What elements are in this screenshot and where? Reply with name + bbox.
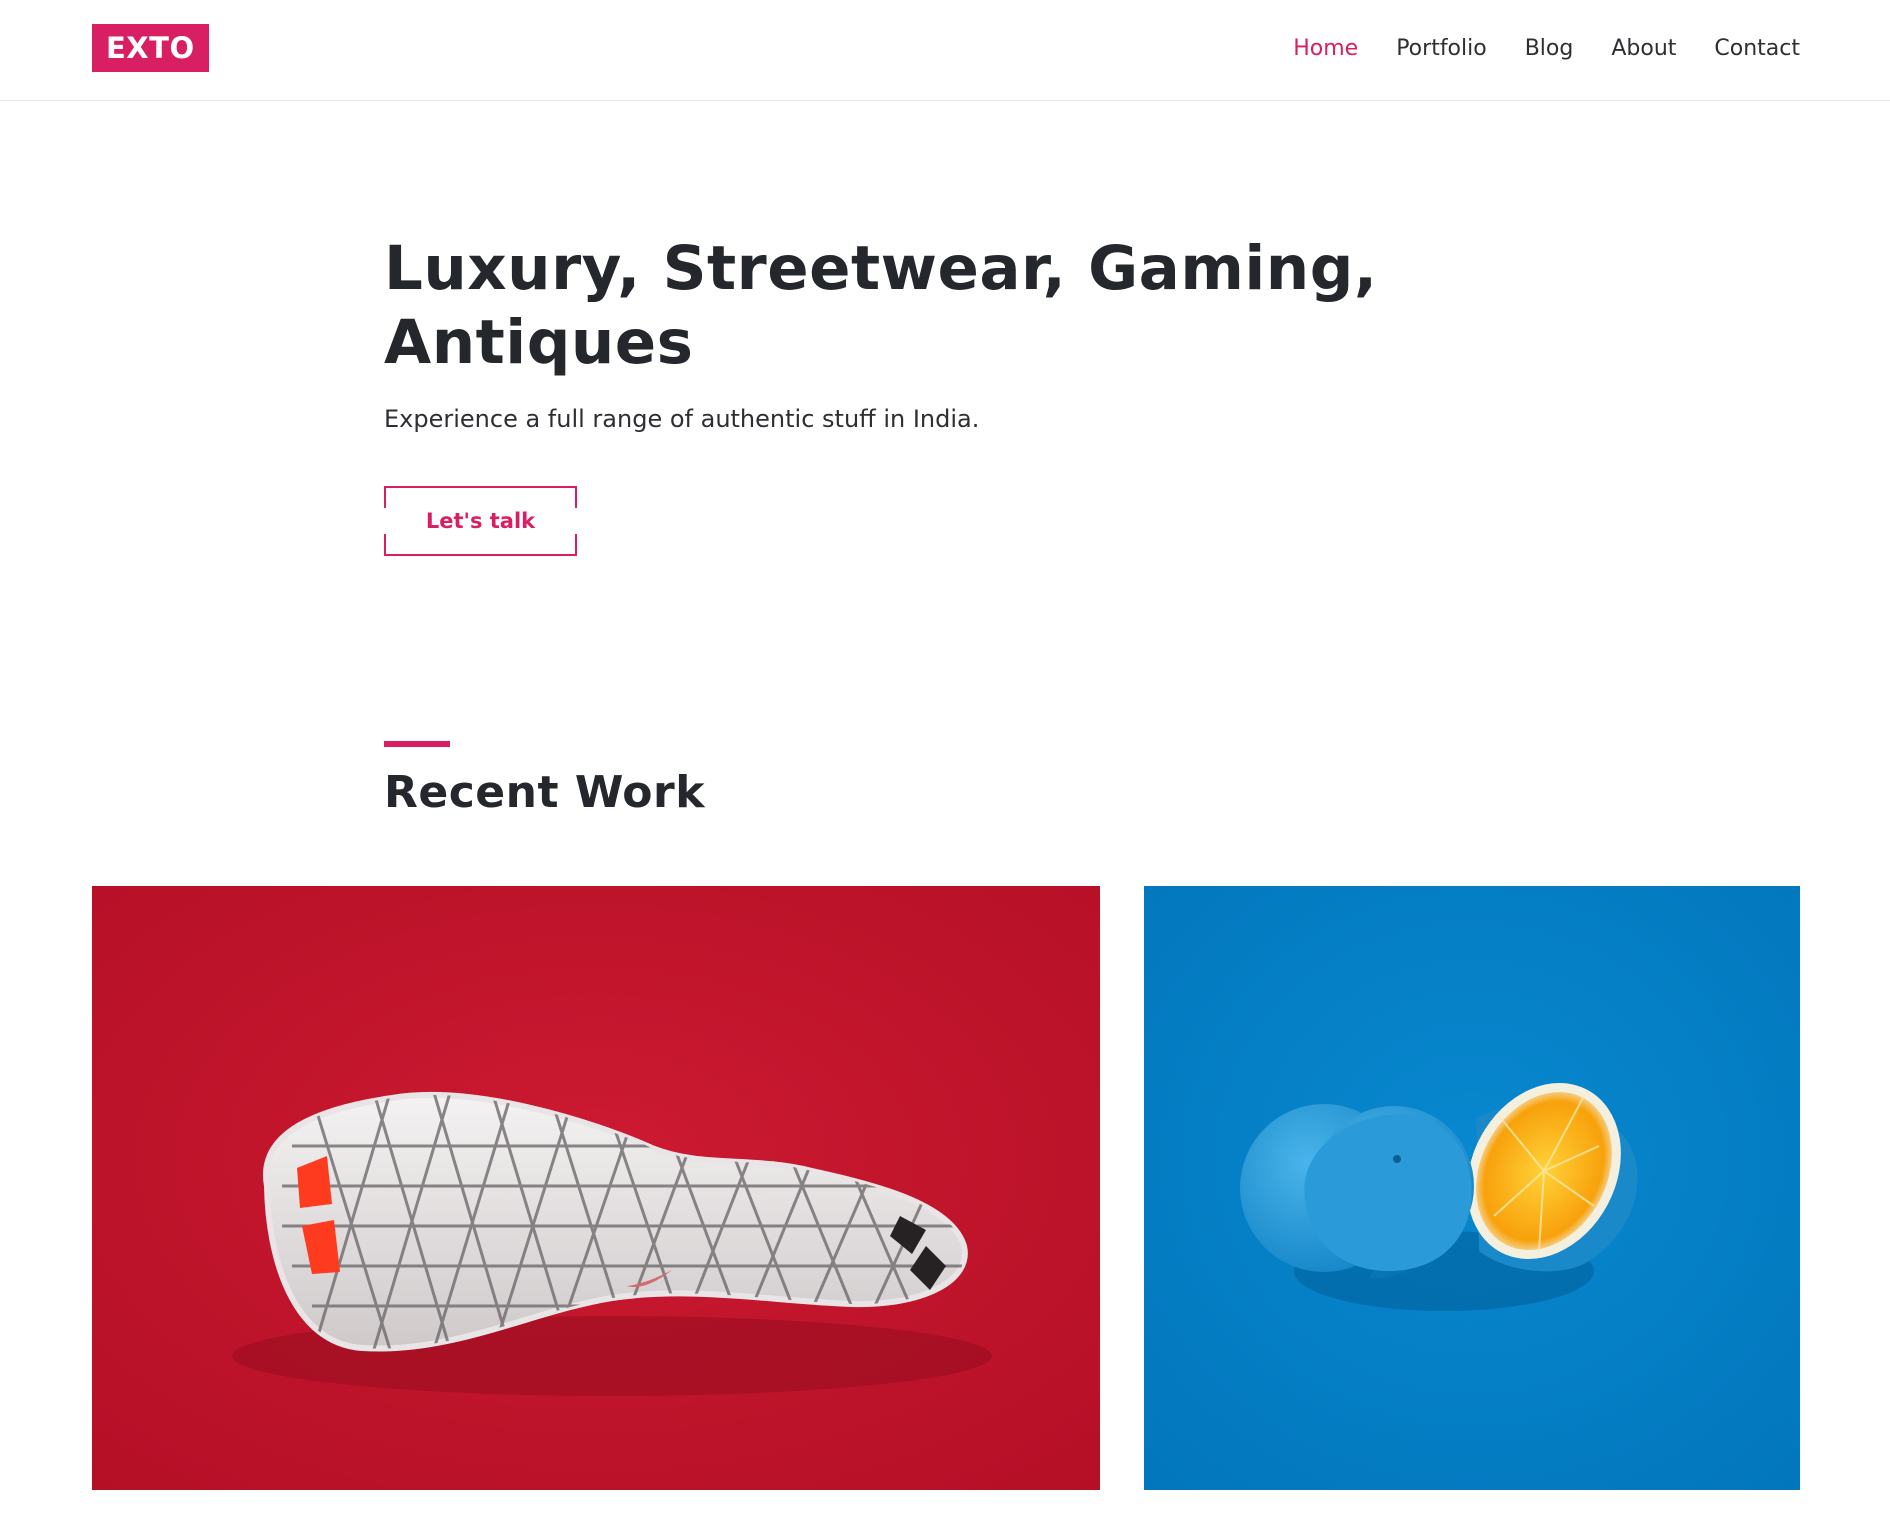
work-item-sneaker[interactable]: [92, 886, 1100, 1490]
hero-subtitle: Experience a full range of authentic stu…: [384, 405, 980, 433]
nav-about[interactable]: About: [1611, 36, 1676, 61]
sneaker-sole-image: [92, 886, 1100, 1490]
blue-orange-image: [1144, 886, 1800, 1490]
hero-title-line-2: Antiques: [384, 307, 694, 378]
work-item-orange[interactable]: [1144, 886, 1800, 1490]
lets-talk-button[interactable]: Let's talk: [384, 486, 577, 556]
nav-contact[interactable]: Contact: [1714, 36, 1800, 61]
recent-work-title: Recent Work: [384, 767, 705, 818]
site-logo[interactable]: EXTO: [92, 24, 209, 72]
hero-section: Luxury, Streetwear, Gaming, Antiques Exp…: [384, 232, 1384, 556]
site-header: EXTO Home Portfolio Blog About Contact: [0, 0, 1890, 101]
nav-home[interactable]: Home: [1293, 36, 1358, 61]
button-bracket-bottom: [384, 534, 577, 556]
lets-talk-label: Let's talk: [425, 509, 536, 533]
hero-title-line-1: Luxury, Streetwear, Gaming,: [384, 233, 1378, 304]
nav-portfolio[interactable]: Portfolio: [1396, 36, 1487, 61]
hero-title: Luxury, Streetwear, Gaming, Antiques: [384, 232, 1384, 380]
main-nav: Home Portfolio Blog About Contact: [1293, 28, 1800, 68]
section-accent-rule: [384, 741, 450, 747]
nav-blog[interactable]: Blog: [1525, 36, 1574, 61]
button-bracket-top: [384, 486, 577, 508]
